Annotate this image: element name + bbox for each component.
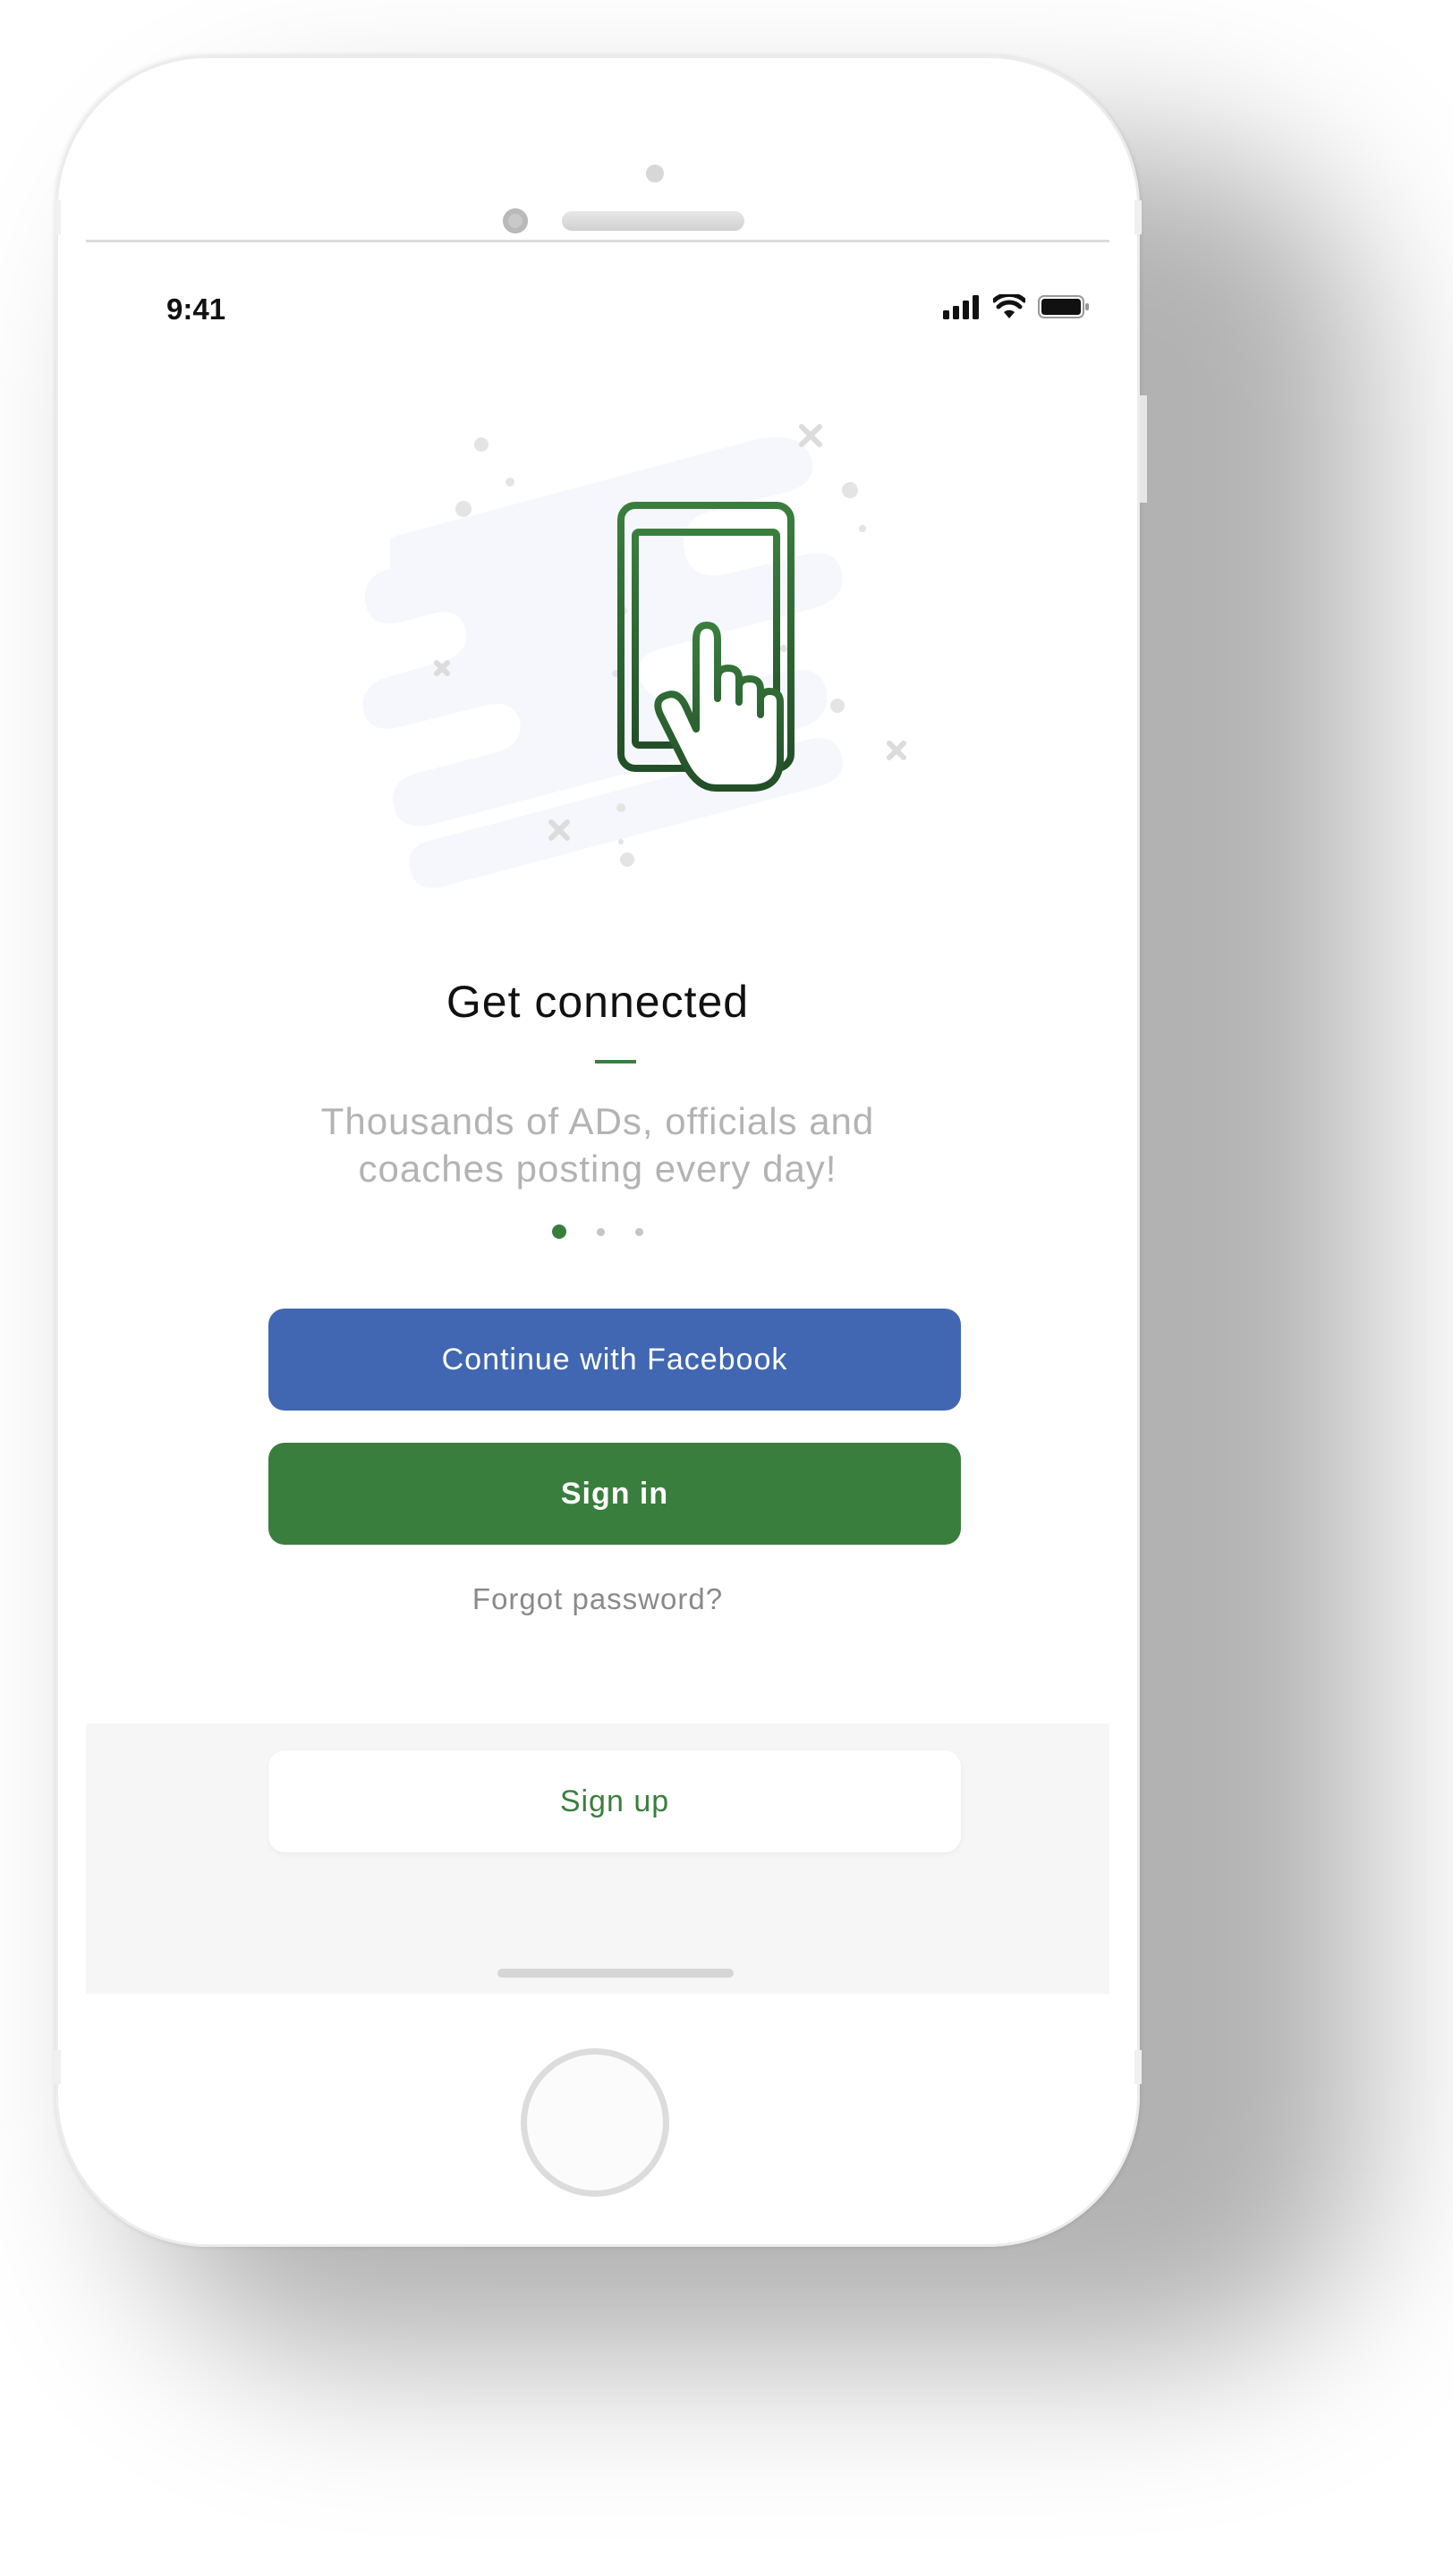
tap-phone-icon [617,502,794,792]
wifi-icon [991,292,1027,324]
power-button [1140,395,1147,503]
sign-in-button[interactable]: Sign in [268,1443,961,1545]
sensor-dot [646,165,664,182]
onboarding-illustration [336,421,998,931]
status-icons [943,292,1090,325]
onboarding-title: Get connected [446,977,750,1027]
page-dot-2[interactable] [597,1227,605,1236]
side-button-left [54,200,61,234]
continue-with-facebook-button[interactable]: Continue with Facebook [268,1309,961,1411]
home-button[interactable] [521,2048,669,2197]
forgot-password-link[interactable]: Forgot password? [86,1582,1109,1616]
battery-icon [1038,294,1090,324]
page-indicator[interactable] [86,1224,1109,1239]
signup-footer: Sign up [86,1724,1109,1994]
side-button-left-lower [54,2050,61,2084]
signal-icon [943,294,981,324]
home-indicator[interactable] [497,1969,734,1978]
side-button-right-lower [1134,2050,1142,2084]
app-screen: 9:41 Get connected Thousands of ADs, off… [86,240,1109,1994]
front-camera [503,208,528,233]
status-time: 9:41 [166,292,226,326]
page-dot-1[interactable] [552,1224,566,1239]
title-underline [595,1060,636,1063]
onboarding-subtitle: Thousands of ADs, officials and coaches … [320,1100,875,1190]
sign-up-button[interactable]: Sign up [268,1750,961,1852]
side-button-right [1134,200,1142,234]
page-dot-3[interactable] [635,1227,643,1236]
earpiece-speaker [562,211,744,231]
